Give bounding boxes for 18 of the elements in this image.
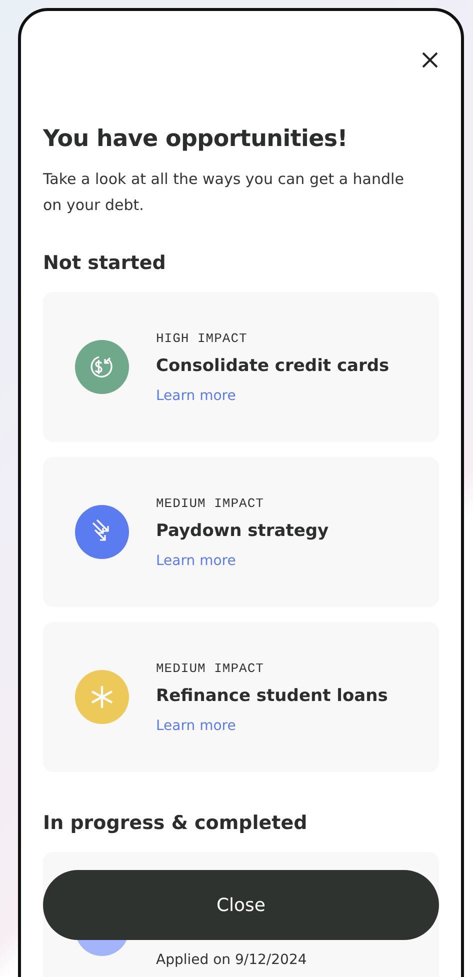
modal-subtitle: Take a look at all the ways you can get a handle on your debt. — [43, 169, 405, 216]
opportunity-icon — [75, 670, 129, 724]
impact-label: MEDIUM IMPACT — [156, 496, 265, 510]
impact-label: HIGH IMPACT — [156, 330, 248, 346]
opportunity-name: Paydown strategy — [156, 520, 329, 540]
opportunity-name: Refinance student loans — [156, 686, 388, 706]
impact-label: MEDIUM IMPACT — [156, 660, 265, 676]
section-heading: Not started — [43, 252, 167, 274]
section-heading: In progress & completed — [43, 812, 308, 834]
close-button[interactable]: Close — [43, 870, 439, 940]
status-text: Applied on 9/12/2024 — [156, 952, 307, 968]
modal-title: You have opportunities! — [43, 126, 348, 152]
learn-more-link[interactable]: Learn more — [156, 388, 236, 404]
learn-more-link[interactable]: Learn more — [156, 552, 236, 568]
learn-more-link[interactable]: Learn more — [156, 718, 236, 734]
opportunity-name: Consolidate credit cards — [156, 356, 390, 376]
opportunity-icon — [75, 505, 129, 559]
opportunity-icon — [75, 340, 129, 394]
